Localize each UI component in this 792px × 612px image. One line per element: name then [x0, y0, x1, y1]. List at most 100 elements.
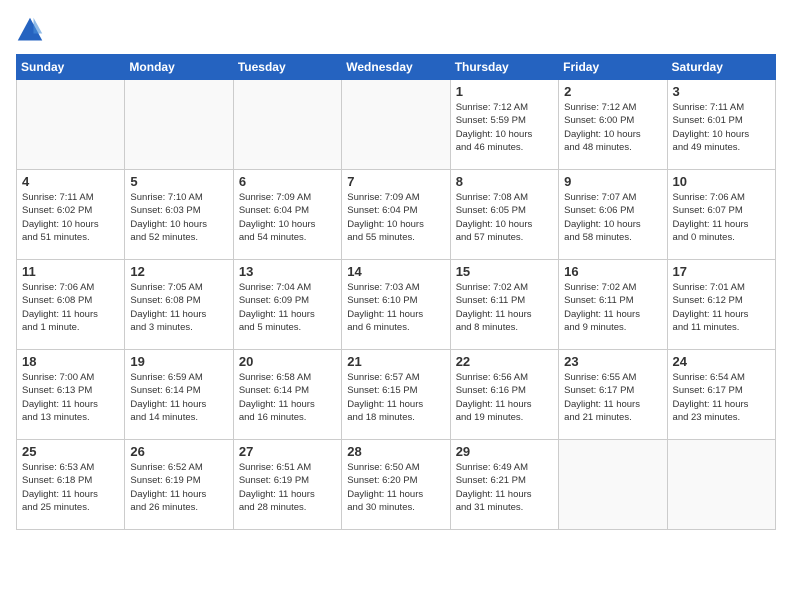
- calendar-cell: 4Sunrise: 7:11 AM Sunset: 6:02 PM Daylig…: [17, 170, 125, 260]
- day-info: Sunrise: 6:53 AM Sunset: 6:18 PM Dayligh…: [22, 461, 119, 514]
- day-number: 7: [347, 174, 444, 189]
- calendar-cell: 13 Sunrise: 7:04 AM Sunset: 6:09 PM Dayli…: [233, 260, 341, 350]
- calendar-cell: 5 Sunrise: 7:10 AM Sunset: 6:03 PM Daylig…: [125, 170, 233, 260]
- calendar-week-row: 1 Sunrise: 7:12 AM Sunset: 5:59 PM Daylig…: [17, 80, 776, 170]
- day-info: Sunrise: 7:05 AM Sunset: 6:08 PM Dayligh…: [130, 281, 227, 334]
- calendar-cell: 29 Sunrise: 6:49 AM Sunset: 6:21 PM Dayli…: [450, 440, 558, 530]
- calendar-week-row: 11 Sunrise: 7:06 AM Sunset: 6:08 PM Dayli…: [17, 260, 776, 350]
- day-number: 8: [456, 174, 553, 189]
- day-number: 6: [239, 174, 336, 189]
- calendar-cell: 22 Sunrise: 6:56 AM Sunset: 6:16 PM Dayli…: [450, 350, 558, 440]
- calendar-cell: 1 Sunrise: 7:12 AM Sunset: 5:59 PM Daylig…: [450, 80, 558, 170]
- day-info: Sunrise: 7:01 AM Sunset: 6:12 PM Dayligh…: [673, 281, 770, 334]
- calendar-cell: 20 Sunrise: 6:58 AM Sunset: 6:14 PM Dayli…: [233, 350, 341, 440]
- logo-icon: [16, 16, 44, 44]
- calendar-cell: 21 Sunrise: 6:57 AM Sunset: 6:15 PM Dayli…: [342, 350, 450, 440]
- calendar-cell: 27 Sunrise: 6:51 AM Sunset: 6:19 PM Dayli…: [233, 440, 341, 530]
- calendar-cell: 28 Sunrise: 6:50 AM Sunset: 6:20 PM Dayli…: [342, 440, 450, 530]
- day-number: 10: [673, 174, 770, 189]
- calendar-cell: 14 Sunrise: 7:03 AM Sunset: 6:10 PM Dayli…: [342, 260, 450, 350]
- calendar-cell: [233, 80, 341, 170]
- calendar-cell: 25 Sunrise: 6:53 AM Sunset: 6:18 PM Dayli…: [17, 440, 125, 530]
- day-info: Sunrise: 7:04 AM Sunset: 6:09 PM Dayligh…: [239, 281, 336, 334]
- day-info: Sunrise: 7:12 AM Sunset: 5:59 PM Dayligh…: [456, 101, 553, 154]
- calendar-cell: [667, 440, 775, 530]
- day-number: 13: [239, 264, 336, 279]
- day-info: Sunrise: 6:49 AM Sunset: 6:21 PM Dayligh…: [456, 461, 553, 514]
- calendar-cell: 12 Sunrise: 7:05 AM Sunset: 6:08 PM Dayli…: [125, 260, 233, 350]
- day-info: Sunrise: 6:57 AM Sunset: 6:15 PM Dayligh…: [347, 371, 444, 424]
- day-number: 3: [673, 84, 770, 99]
- day-number: 18: [22, 354, 119, 369]
- day-number: 28: [347, 444, 444, 459]
- day-info: Sunrise: 6:51 AM Sunset: 6:19 PM Dayligh…: [239, 461, 336, 514]
- day-info: Sunrise: 7:09 AM Sunset: 6:04 PM Dayligh…: [347, 191, 444, 244]
- calendar-cell: 7 Sunrise: 7:09 AM Sunset: 6:04 PM Daylig…: [342, 170, 450, 260]
- calendar-cell: [17, 80, 125, 170]
- weekday-header-row: SundayMondayTuesdayWednesdayThursdayFrid…: [17, 55, 776, 80]
- calendar-cell: 2Sunrise: 7:12 AM Sunset: 6:00 PM Daylig…: [559, 80, 667, 170]
- day-info: Sunrise: 7:02 AM Sunset: 6:11 PM Dayligh…: [564, 281, 661, 334]
- day-info: Sunrise: 7:03 AM Sunset: 6:10 PM Dayligh…: [347, 281, 444, 334]
- page-header: [16, 16, 776, 44]
- day-info: Sunrise: 7:00 AM Sunset: 6:13 PM Dayligh…: [22, 371, 119, 424]
- day-number: 25: [22, 444, 119, 459]
- calendar-week-row: 25 Sunrise: 6:53 AM Sunset: 6:18 PM Dayli…: [17, 440, 776, 530]
- day-info: Sunrise: 7:06 AM Sunset: 6:07 PM Dayligh…: [673, 191, 770, 244]
- weekday-header: Sunday: [17, 55, 125, 80]
- day-info: Sunrise: 7:06 AM Sunset: 6:08 PM Dayligh…: [22, 281, 119, 334]
- day-number: 14: [347, 264, 444, 279]
- calendar-cell: 9Sunrise: 7:07 AM Sunset: 6:06 PM Daylig…: [559, 170, 667, 260]
- calendar-cell: 3 Sunrise: 7:11 AM Sunset: 6:01 PM Daylig…: [667, 80, 775, 170]
- day-number: 22: [456, 354, 553, 369]
- day-info: Sunrise: 7:12 AM Sunset: 6:00 PM Dayligh…: [564, 101, 661, 154]
- weekday-header: Thursday: [450, 55, 558, 80]
- day-number: 26: [130, 444, 227, 459]
- day-info: Sunrise: 6:55 AM Sunset: 6:17 PM Dayligh…: [564, 371, 661, 424]
- day-number: 29: [456, 444, 553, 459]
- day-number: 21: [347, 354, 444, 369]
- calendar-cell: [559, 440, 667, 530]
- calendar-cell: 11 Sunrise: 7:06 AM Sunset: 6:08 PM Dayli…: [17, 260, 125, 350]
- calendar-week-row: 4Sunrise: 7:11 AM Sunset: 6:02 PM Daylig…: [17, 170, 776, 260]
- day-number: 20: [239, 354, 336, 369]
- day-info: Sunrise: 7:10 AM Sunset: 6:03 PM Dayligh…: [130, 191, 227, 244]
- calendar-cell: 19Sunrise: 6:59 AM Sunset: 6:14 PM Dayli…: [125, 350, 233, 440]
- day-info: Sunrise: 6:58 AM Sunset: 6:14 PM Dayligh…: [239, 371, 336, 424]
- calendar-cell: 18 Sunrise: 7:00 AM Sunset: 6:13 PM Dayli…: [17, 350, 125, 440]
- day-info: Sunrise: 7:11 AM Sunset: 6:01 PM Dayligh…: [673, 101, 770, 154]
- day-number: 24: [673, 354, 770, 369]
- calendar-cell: 16 Sunrise: 7:02 AM Sunset: 6:11 PM Dayli…: [559, 260, 667, 350]
- weekday-header: Tuesday: [233, 55, 341, 80]
- calendar-cell: 6 Sunrise: 7:09 AM Sunset: 6:04 PM Daylig…: [233, 170, 341, 260]
- day-info: Sunrise: 6:50 AM Sunset: 6:20 PM Dayligh…: [347, 461, 444, 514]
- day-info: Sunrise: 7:09 AM Sunset: 6:04 PM Dayligh…: [239, 191, 336, 244]
- day-info: Sunrise: 6:56 AM Sunset: 6:16 PM Dayligh…: [456, 371, 553, 424]
- calendar-cell: 15Sunrise: 7:02 AM Sunset: 6:11 PM Dayli…: [450, 260, 558, 350]
- day-info: Sunrise: 6:59 AM Sunset: 6:14 PM Dayligh…: [130, 371, 227, 424]
- day-number: 23: [564, 354, 661, 369]
- day-number: 12: [130, 264, 227, 279]
- day-number: 1: [456, 84, 553, 99]
- day-info: Sunrise: 7:11 AM Sunset: 6:02 PM Dayligh…: [22, 191, 119, 244]
- day-number: 5: [130, 174, 227, 189]
- calendar-cell: [125, 80, 233, 170]
- calendar-week-row: 18 Sunrise: 7:00 AM Sunset: 6:13 PM Dayli…: [17, 350, 776, 440]
- day-number: 9: [564, 174, 661, 189]
- day-number: 17: [673, 264, 770, 279]
- weekday-header: Friday: [559, 55, 667, 80]
- calendar-cell: 8 Sunrise: 7:08 AM Sunset: 6:05 PM Daylig…: [450, 170, 558, 260]
- calendar-cell: 23 Sunrise: 6:55 AM Sunset: 6:17 PM Dayli…: [559, 350, 667, 440]
- logo: [16, 16, 48, 44]
- day-number: 27: [239, 444, 336, 459]
- weekday-header: Wednesday: [342, 55, 450, 80]
- day-info: Sunrise: 6:54 AM Sunset: 6:17 PM Dayligh…: [673, 371, 770, 424]
- calendar-cell: 17 Sunrise: 7:01 AM Sunset: 6:12 PM Dayli…: [667, 260, 775, 350]
- day-info: Sunrise: 7:08 AM Sunset: 6:05 PM Dayligh…: [456, 191, 553, 244]
- calendar-cell: 24 Sunrise: 6:54 AM Sunset: 6:17 PM Dayli…: [667, 350, 775, 440]
- calendar-cell: 26Sunrise: 6:52 AM Sunset: 6:19 PM Dayli…: [125, 440, 233, 530]
- day-number: 11: [22, 264, 119, 279]
- calendar-cell: [342, 80, 450, 170]
- day-number: 16: [564, 264, 661, 279]
- day-info: Sunrise: 7:02 AM Sunset: 6:11 PM Dayligh…: [456, 281, 553, 334]
